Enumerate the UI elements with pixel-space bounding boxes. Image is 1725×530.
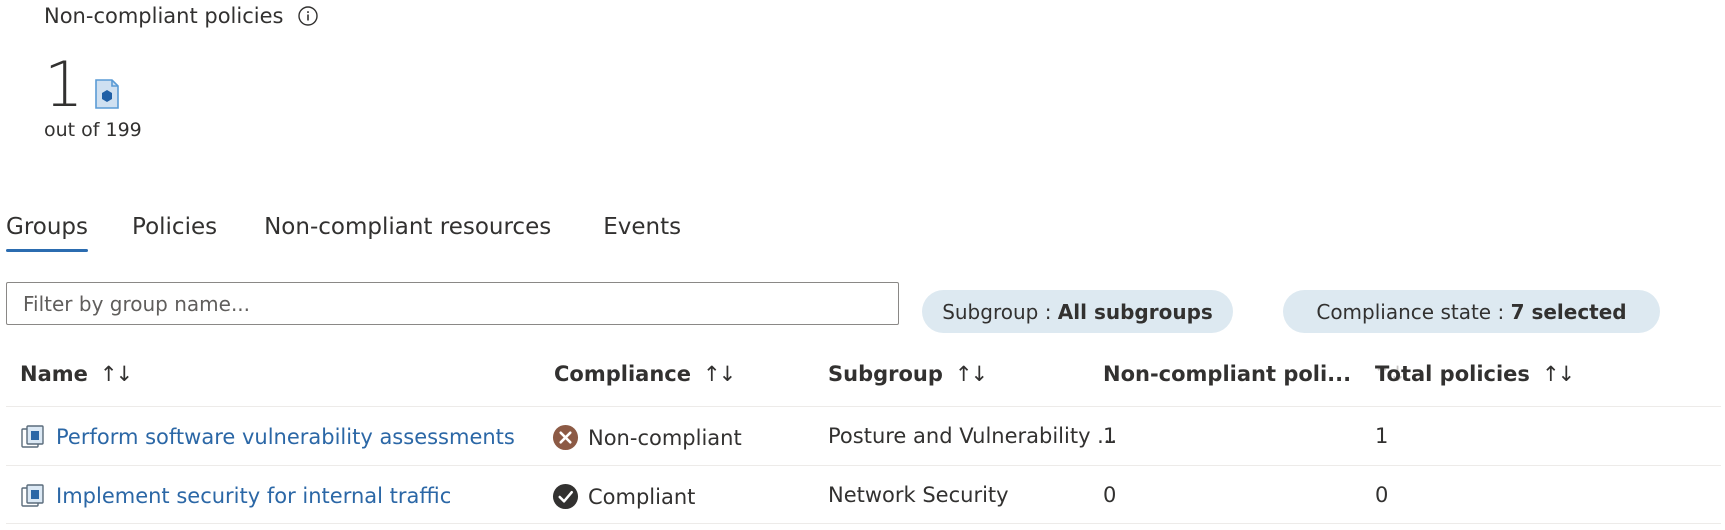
total-policies-cell: 0 xyxy=(1375,483,1389,507)
compliance-state: Non-compliant xyxy=(588,425,742,450)
column-label: Compliance xyxy=(554,362,691,386)
groups-table: Name ↑↓ Compliance ↑↓ Subgroup ↑↓ Non-co… xyxy=(6,356,1721,524)
compliance-cell: Compliant xyxy=(552,483,695,510)
table-row[interactable]: Perform software vulnerability assessmen… xyxy=(6,406,1721,465)
name-cell: Perform software vulnerability assessmen… xyxy=(20,424,515,450)
sort-icon[interactable]: ↑↓ xyxy=(100,362,133,386)
name-cell: Implement security for internal traffic xyxy=(20,483,451,509)
column-header-name[interactable]: Name ↑↓ xyxy=(20,362,133,386)
column-header-total-policies[interactable]: Total policies ↑↓ xyxy=(1375,362,1575,386)
column-label: Name xyxy=(20,362,88,386)
table-header: Name ↑↓ Compliance ↑↓ Subgroup ↑↓ Non-co… xyxy=(6,356,1721,406)
policy-document-icon xyxy=(95,79,120,109)
sort-icon[interactable]: ↑↓ xyxy=(703,362,736,386)
subgroup-filter-pill[interactable]: Subgroup : All subgroups xyxy=(922,290,1233,333)
summary-count: 1 xyxy=(44,50,121,120)
column-label: Subgroup xyxy=(828,362,943,386)
subgroup-pill-key: Subgroup : xyxy=(942,299,1058,324)
column-label: Total policies xyxy=(1375,362,1530,386)
compliance-state-filter-pill[interactable]: Compliance state : 7 selected xyxy=(1283,290,1660,333)
column-label: Non-compliant poli... xyxy=(1103,362,1352,386)
policy-group-icon xyxy=(21,425,44,448)
column-header-subgroup[interactable]: Subgroup ↑↓ xyxy=(828,362,988,386)
summary-header: Non-compliant policies xyxy=(44,4,319,28)
subgroup-pill-value: All subgroups xyxy=(1057,299,1213,324)
column-header-noncompliant-policies[interactable]: Non-compliant poli... ↑↓ xyxy=(1103,362,1406,386)
compliance-page: Non-compliant policies 1 out of 199 Grou… xyxy=(0,0,1725,530)
sort-icon[interactable]: ↑↓ xyxy=(955,362,988,386)
sort-icon[interactable]: ↑↓ xyxy=(1542,362,1575,386)
group-filter-input[interactable] xyxy=(6,282,899,325)
policy-group-icon xyxy=(21,484,44,507)
tab-events[interactable]: Events xyxy=(603,214,681,250)
compliance-pill-key: Compliance state : xyxy=(1316,299,1511,324)
group-name-link[interactable]: Perform software vulnerability assessmen… xyxy=(56,425,515,449)
tab-groups[interactable]: Groups xyxy=(6,214,89,252)
tab-bar: Groups Policies Non-compliant resources … xyxy=(6,214,681,252)
total-policies-cell: 1 xyxy=(1375,424,1389,448)
compliance-cell: Non-compliant xyxy=(552,424,742,451)
group-name-link[interactable]: Implement security for internal traffic xyxy=(56,484,451,508)
table-row[interactable]: Implement security for internal traffic … xyxy=(6,465,1721,524)
info-icon[interactable] xyxy=(297,5,319,27)
noncompliant-count-cell: 1 xyxy=(1103,424,1117,448)
noncompliant-count-cell: 0 xyxy=(1103,483,1117,507)
subgroup-cell: Network Security xyxy=(828,483,1009,507)
compliance-state: Compliant xyxy=(588,484,696,509)
check-circle-icon xyxy=(552,483,579,510)
summary-title: Non-compliant policies xyxy=(44,4,284,28)
noncompliant-count: 1 xyxy=(44,48,84,121)
error-circle-icon xyxy=(552,424,579,451)
tab-non-compliant-resources[interactable]: Non-compliant resources xyxy=(264,214,551,250)
compliance-pill-value: 7 selected xyxy=(1510,299,1627,324)
summary-total: out of 199 xyxy=(44,119,142,141)
tab-policies[interactable]: Policies xyxy=(132,214,217,250)
subgroup-cell: Posture and Vulnerability ... xyxy=(828,424,1118,448)
column-header-compliance[interactable]: Compliance ↑↓ xyxy=(554,362,736,386)
